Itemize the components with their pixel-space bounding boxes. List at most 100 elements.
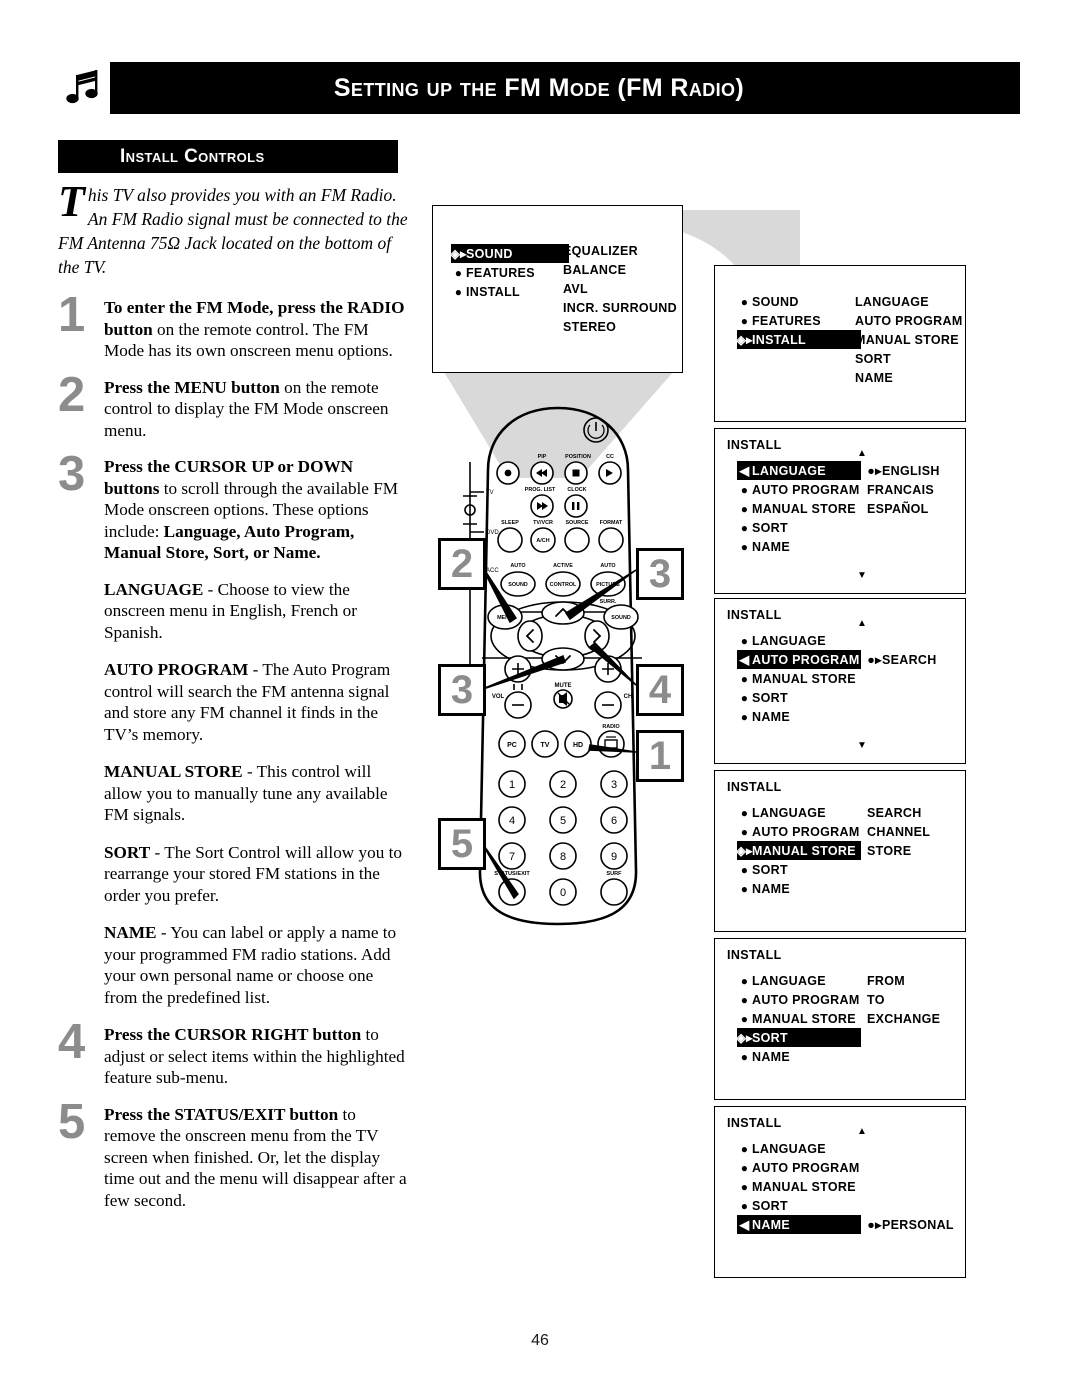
- panel-item-name[interactable]: ● NAME: [737, 879, 861, 898]
- cursor-left-icon: ◀: [739, 464, 750, 478]
- remote-label-position: POSITION: [565, 454, 591, 460]
- panel-item-sort[interactable]: ● SORT: [737, 860, 861, 879]
- remote-button-status-exit: STATUS/EXIT: [494, 871, 530, 877]
- panel-item-auto-program[interactable]: ● AUTO PROGRAM: [737, 990, 861, 1009]
- bullet-icon: ●: [740, 1141, 749, 1156]
- panel-item-auto-program[interactable]: ● AUTO PROGRAM: [737, 822, 861, 841]
- panel-item-manual-store[interactable]: ● MANUAL STORE: [737, 1177, 861, 1196]
- menu-panel-auto-program: INSTALL ● LANGUAGE ◀ AUTO PROGRAM ● MANUAL STO…: [714, 598, 966, 764]
- tv-osd-option-incr-surround[interactable]: INCR. SURROUND: [563, 301, 678, 320]
- panel-option-language[interactable]: LANGUAGE: [855, 292, 985, 311]
- description-manual-store: MANUAL STORE - This control will allow y…: [104, 761, 410, 826]
- panel-item-install[interactable]: ◈▸ INSTALL: [736, 330, 861, 349]
- panel-item-language[interactable]: ● LANGUAGE: [737, 971, 861, 990]
- panel-item-auto-program[interactable]: ● AUTO PROGRAM: [737, 480, 861, 499]
- panel-option-espa-ol[interactable]: ESPAÑOL: [867, 499, 997, 518]
- scroll-down-arrow-icon[interactable]: ▼: [857, 571, 867, 581]
- bullet-icon: ●: [740, 501, 749, 516]
- panel-item-language[interactable]: ● LANGUAGE: [737, 1139, 861, 1158]
- bullet-icon: ●: [740, 862, 749, 877]
- panel-item-manual-store[interactable]: ● MANUAL STORE: [737, 499, 861, 518]
- remote-label-ach: A/CH: [536, 538, 549, 544]
- panel-option-sort[interactable]: SORT: [855, 349, 985, 368]
- tv-osd-option-avl[interactable]: AVL: [563, 282, 678, 301]
- bullet-icon: ●: [454, 284, 463, 299]
- panel-item-manual-store[interactable]: ◈▸ MANUAL STORE: [736, 841, 861, 860]
- panel-right-menu: SEARCH CHANNEL STORE: [867, 803, 997, 860]
- panel-item-sound[interactable]: ● SOUND: [737, 292, 861, 311]
- panel-option-from[interactable]: FROM: [867, 971, 997, 990]
- panel-item-label: MANUAL STORE: [752, 843, 856, 858]
- panel-option-label: SORT: [855, 351, 891, 366]
- step-4-bold: Press the CURSOR RIGHT button: [104, 1025, 362, 1044]
- panel-item-language[interactable]: ● LANGUAGE: [737, 803, 861, 822]
- panel-option-name[interactable]: NAME: [855, 368, 985, 387]
- panel-item-label: LANGUAGE: [752, 633, 826, 648]
- panel-option-personal[interactable]: ●▸ PERSONAL: [867, 1215, 997, 1234]
- remote-button-sound-2: SOUND: [611, 615, 631, 621]
- tv-osd-option-equalizer[interactable]: EQUALIZER: [563, 244, 678, 263]
- remote-button-pc: PC: [507, 742, 517, 749]
- step-4-number: 4: [58, 1015, 86, 1069]
- panel-option-search[interactable]: ●▸ SEARCH: [867, 650, 997, 669]
- panel-option-manual-store[interactable]: MANUAL STORE: [855, 330, 985, 349]
- remote-button-hd: HD: [573, 742, 583, 749]
- panel-item-sort[interactable]: ● SORT: [737, 1196, 861, 1215]
- panel-item-manual-store[interactable]: ● MANUAL STORE: [737, 1009, 861, 1028]
- bullet-icon: ●: [454, 265, 463, 280]
- panel-item-sort[interactable]: ● SORT: [737, 518, 861, 537]
- panel-option-francais[interactable]: FRANCAIS: [867, 480, 997, 499]
- panel-item-language[interactable]: ● LANGUAGE: [737, 631, 861, 650]
- panel-item-name[interactable]: ◀ NAME: [737, 1215, 861, 1234]
- panel-item-sort[interactable]: ◈▸ SORT: [736, 1028, 861, 1047]
- panel-item-label: AUTO PROGRAM: [752, 1160, 860, 1175]
- panel-left-menu: ● LANGUAGE ● AUTO PROGRAM ◈▸ MANUAL STORE ● SOR…: [736, 803, 861, 898]
- panel-item-name[interactable]: ● NAME: [737, 1047, 861, 1066]
- panel-left-menu: ● SOUND ● FEATURES ◈▸ INSTALL: [736, 292, 861, 349]
- tv-osd-option-balance[interactable]: BALANCE: [563, 263, 678, 282]
- remote-label-format: FORMAT: [600, 520, 623, 526]
- scroll-up-arrow-icon[interactable]: ▲: [857, 619, 867, 629]
- remote-button-menu: MENU: [497, 615, 513, 621]
- intro-text: his TV also provides you with an FM Radi…: [58, 185, 408, 277]
- bullet-icon: ●: [740, 539, 749, 554]
- panel-left-menu: ● LANGUAGE ● AUTO PROGRAM ● MANUAL STORE ● SORT…: [737, 1139, 861, 1234]
- panel-item-sort[interactable]: ● SORT: [737, 688, 861, 707]
- panel-item-label: FEATURES: [752, 313, 821, 328]
- panel-item-auto-program[interactable]: ◀ AUTO PROGRAM: [737, 650, 861, 669]
- panel-option-to[interactable]: TO: [867, 990, 997, 1009]
- panel-option-channel[interactable]: CHANNEL: [867, 822, 997, 841]
- intro-dropcap: T: [58, 177, 85, 226]
- panel-option-auto-program[interactable]: AUTO PROGRAM: [855, 311, 985, 330]
- panel-item-features[interactable]: ● FEATURES: [737, 311, 861, 330]
- panel-option-store[interactable]: STORE: [867, 841, 997, 860]
- panel-item-name[interactable]: ● NAME: [737, 707, 861, 726]
- callout-3-down-number: 3: [450, 668, 474, 712]
- callout-3-up: 3: [636, 548, 684, 600]
- panel-option-exchange[interactable]: EXCHANGE: [867, 1009, 997, 1028]
- panel-item-auto-program[interactable]: ● AUTO PROGRAM: [737, 1158, 861, 1177]
- tv-osd-item-sound[interactable]: ◈▸ SOUND: [450, 244, 569, 263]
- svg-text:7: 7: [509, 851, 515, 863]
- tv-osd-item-install[interactable]: ● INSTALL: [451, 282, 569, 301]
- panel-item-label: LANGUAGE: [752, 805, 826, 820]
- bullet-icon: ●: [740, 973, 749, 988]
- step-5-text: Press the STATUS/EXIT button to remove t…: [104, 1105, 407, 1210]
- panel-option-english[interactable]: ●▸ ENGLISH: [867, 461, 997, 480]
- panel-item-name[interactable]: ● NAME: [737, 537, 861, 556]
- remote-button-picture: PICTURE: [596, 582, 620, 588]
- scroll-up-arrow-icon[interactable]: ▲: [857, 449, 867, 459]
- tv-osd-item-features[interactable]: ● FEATURES: [451, 263, 569, 282]
- callout-5: 5: [438, 818, 486, 870]
- scroll-down-arrow-icon[interactable]: ▼: [857, 741, 867, 751]
- remote-label-surr: SURR.: [600, 599, 617, 605]
- panel-option-label: ESPAÑOL: [867, 501, 929, 516]
- remote-label-dvd: DVD: [486, 530, 499, 536]
- scroll-up-arrow-icon[interactable]: ▲: [857, 1127, 867, 1137]
- panel-item-language[interactable]: ◀ LANGUAGE: [737, 461, 861, 480]
- panel-option-search[interactable]: SEARCH: [867, 803, 997, 822]
- description-name: NAME - You can label or apply a name to …: [104, 922, 410, 1008]
- panel-option-label: FROM: [867, 973, 905, 988]
- tv-osd-option-stereo[interactable]: STEREO: [563, 320, 678, 339]
- panel-item-manual-store[interactable]: ● MANUAL STORE: [737, 669, 861, 688]
